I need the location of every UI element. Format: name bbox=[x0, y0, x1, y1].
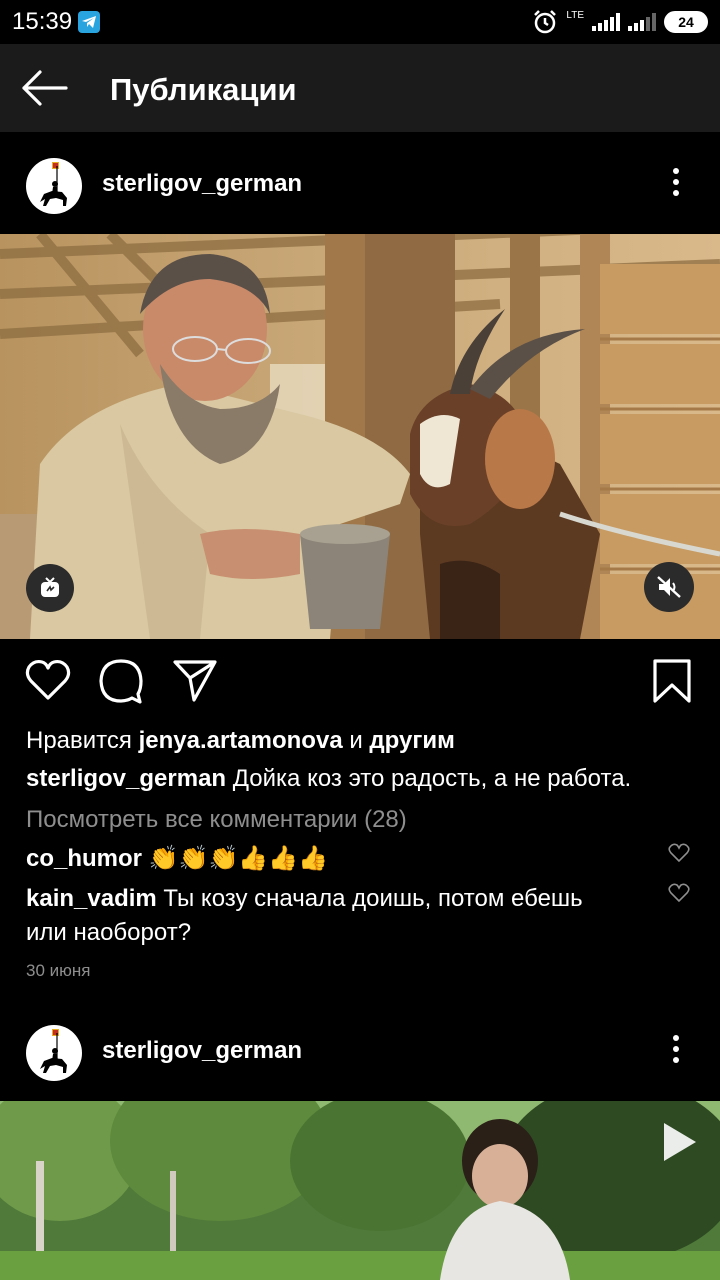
comment-user[interactable]: kain_vadim bbox=[26, 885, 157, 912]
signal-icon-2 bbox=[628, 13, 656, 31]
network-type: LTE bbox=[566, 10, 584, 21]
caption: sterligov_german Дойка коз это радость, … bbox=[26, 765, 631, 793]
comment-user[interactable]: co_humor bbox=[26, 845, 142, 872]
comment-like-icon[interactable] bbox=[668, 843, 690, 863]
comment-icon[interactable] bbox=[98, 658, 144, 704]
likes-others[interactable]: другим bbox=[369, 727, 454, 754]
likes-prefix: Нравится bbox=[26, 727, 139, 754]
back-arrow-icon[interactable] bbox=[20, 66, 68, 110]
mute-icon[interactable] bbox=[644, 562, 694, 612]
post-actions bbox=[0, 650, 720, 716]
view-all-comments-link[interactable]: Посмотреть все комментарии (28) bbox=[26, 806, 407, 834]
bookmark-icon[interactable] bbox=[652, 658, 692, 704]
app-bar: Публикации bbox=[0, 44, 720, 132]
caption-user[interactable]: sterligov_german bbox=[26, 765, 226, 792]
video-frame bbox=[0, 234, 720, 639]
video-frame bbox=[0, 1101, 720, 1280]
signal-icon bbox=[592, 13, 620, 31]
more-options-icon[interactable] bbox=[668, 168, 684, 202]
comment: kain_vadim Ты козу сначала доишь, потом … bbox=[26, 885, 583, 913]
post-video[interactable] bbox=[0, 1101, 720, 1280]
post-username[interactable]: sterligov_german bbox=[102, 170, 302, 198]
comment-text-continued: или наоборот? bbox=[26, 919, 192, 946]
post-header: sterligov_german bbox=[0, 1001, 720, 1101]
igtv-icon[interactable] bbox=[26, 564, 74, 612]
post-username[interactable]: sterligov_german bbox=[102, 1037, 302, 1065]
comment-like-icon[interactable] bbox=[668, 883, 690, 903]
share-icon[interactable] bbox=[172, 658, 218, 702]
avatar[interactable] bbox=[26, 1025, 82, 1081]
comment: co_humor 👏👏👏👍👍👍 bbox=[26, 844, 328, 873]
telegram-icon bbox=[78, 11, 100, 33]
status-icons: LTE 24 bbox=[532, 8, 708, 36]
post-video[interactable] bbox=[0, 234, 720, 639]
like-heart-icon[interactable] bbox=[24, 658, 72, 702]
caption-text: Дойка коз это радость, а не работа. bbox=[226, 765, 632, 792]
battery-icon: 24 bbox=[664, 11, 708, 33]
alarm-icon bbox=[534, 10, 557, 34]
post-date: 30 июня bbox=[26, 961, 91, 980]
status-time: 15:39 bbox=[12, 8, 73, 35]
more-options-icon[interactable] bbox=[668, 1035, 684, 1069]
likes-text: Нравится jenya.artamonova и другим bbox=[26, 727, 455, 755]
likes-user[interactable]: jenya.artamonova bbox=[139, 727, 343, 754]
status-bar: 15:39 LTE 24 bbox=[0, 0, 720, 44]
avatar[interactable] bbox=[26, 158, 82, 214]
comment-text: Ты козу сначала доишь, потом ебешь bbox=[156, 885, 583, 912]
likes-middle: и bbox=[342, 727, 370, 754]
comment-text: 👏👏👏👍👍👍 bbox=[142, 845, 328, 872]
page-title: Публикации bbox=[110, 72, 297, 107]
post-header: sterligov_german bbox=[0, 134, 720, 234]
